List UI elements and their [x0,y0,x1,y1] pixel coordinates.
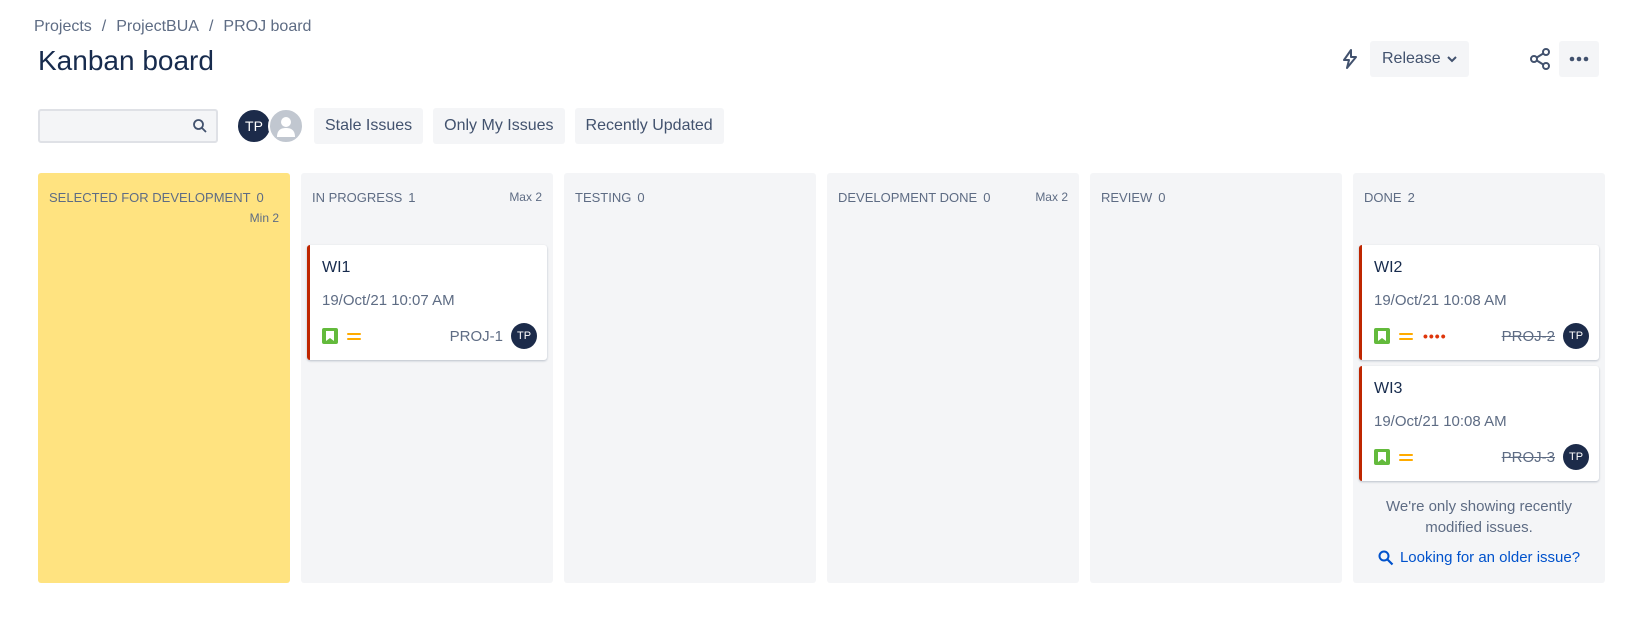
column-count: 0 [983,190,991,205]
priority-medium-icon [1399,450,1413,464]
priority-medium-icon [347,329,361,343]
older-issue-link-label: Looking for an older issue? [1399,549,1581,566]
assignee-filter: TP [236,108,304,144]
release-label: Release [1382,50,1441,67]
issue-card[interactable]: WI3 19/Oct/21 10:08 AM PROJ-3 TP [1359,366,1599,481]
story-icon [322,328,338,344]
card-title: WI2 [1374,259,1403,276]
search-icon [193,119,207,133]
column-count: 0 [256,190,264,205]
share-button[interactable] [1524,43,1556,75]
more-icon [1569,56,1589,62]
kanban-board: SELECTED FOR DEVELOPMENT 0 Min 2 IN PROGR… [38,173,1605,583]
card-avatar[interactable]: TP [1563,444,1589,470]
flag-dots: •••• [1423,328,1447,344]
card-title: WI3 [1374,380,1403,397]
recent-issues-note: We're only showing recently modified iss… [1385,498,1572,536]
card-avatar[interactable]: TP [511,323,537,349]
column-max-limit: Max 2 [509,190,542,204]
issue-key[interactable]: PROJ-3 [1502,449,1555,466]
column-name: REVIEW [1101,190,1153,205]
automation-button[interactable] [1334,43,1366,75]
breadcrumb-projects[interactable]: Projects [34,18,92,36]
column-count: 2 [1407,190,1415,205]
issue-card[interactable]: WI2 19/Oct/21 10:08 AM •••• PROJ-2 TP [1359,245,1599,360]
card-title: WI1 [322,259,351,276]
card-avatar[interactable]: TP [1563,323,1589,349]
column-count: 0 [637,190,645,205]
unassigned-avatar[interactable] [268,108,304,144]
story-icon [1374,449,1390,465]
column-name: DEVELOPMENT DONE [838,190,978,205]
card-date: 19/Oct/21 10:07 AM [322,292,455,309]
column-header: DEVELOPMENT DONE 0 Max 2 [838,190,1068,205]
chevron-down-icon [1446,56,1457,63]
card-date: 19/Oct/21 10:08 AM [1374,292,1507,309]
column-count: 1 [408,190,416,205]
magnifier-icon [1378,550,1394,565]
column-max-limit: Max 2 [1035,190,1068,204]
story-icon [1374,328,1390,344]
older-issue-link[interactable]: Looking for an older issue? [1353,549,1605,566]
column-name: SELECTED FOR DEVELOPMENT [49,190,251,205]
search-box [38,109,218,143]
issue-key[interactable]: PROJ-2 [1502,328,1555,345]
share-icon [1530,48,1550,70]
search-input[interactable] [40,111,180,141]
column-header: REVIEW 0 [1101,190,1331,205]
breadcrumb-project[interactable]: ProjectBUA [116,18,199,36]
priority-medium-icon [1399,329,1413,343]
column-name: IN PROGRESS [312,190,403,205]
column-development-done: DEVELOPMENT DONE 0 Max 2 [827,173,1079,583]
column-name: DONE [1364,190,1402,205]
header-actions: Release [1234,41,1634,77]
column-header: IN PROGRESS 1 Max 2 [312,190,542,205]
card-footer: PROJ-3 TP [1374,444,1589,470]
column-min-limit: Min 2 [249,211,279,225]
bolt-icon [1343,49,1357,69]
page-title: Kanban board [38,45,214,76]
column-testing: TESTING 0 [564,173,816,583]
board-toolbar: TP Stale Issues Only My Issues Recently … [38,108,724,144]
column-name: TESTING [575,190,632,205]
column-selected-for-development: SELECTED FOR DEVELOPMENT 0 Min 2 [38,173,290,583]
breadcrumb: Projects / ProjectBUA / PROJ board [34,18,311,36]
breadcrumb-board[interactable]: PROJ board [223,18,311,36]
issue-card[interactable]: WI1 19/Oct/21 10:07 AM PROJ-1 TP [307,245,547,360]
column-header: SELECTED FOR DEVELOPMENT 0 [49,190,279,205]
card-footer: •••• PROJ-2 TP [1374,323,1589,349]
issue-key[interactable]: PROJ-1 [450,328,503,345]
column-in-progress: IN PROGRESS 1 Max 2 WI1 19/Oct/21 10:07 A… [301,173,553,583]
filter-recently-updated[interactable]: Recently Updated [574,108,724,144]
release-button[interactable]: Release [1370,41,1469,77]
filter-stale-issues[interactable]: Stale Issues [314,108,424,144]
user-icon [277,117,295,137]
column-done: DONE 2 WI2 19/Oct/21 10:08 AM •••• PROJ-2… [1353,173,1605,583]
column-count: 0 [1158,190,1166,205]
card-footer: PROJ-1 TP [322,323,537,349]
card-date: 19/Oct/21 10:08 AM [1374,413,1507,430]
more-actions-button[interactable] [1559,41,1599,77]
breadcrumb-separator: / [208,18,214,35]
avatar[interactable]: TP [236,108,272,144]
column-review: REVIEW 0 [1090,173,1342,583]
column-header: DONE 2 [1364,190,1594,205]
filter-only-my-issues[interactable]: Only My Issues [433,108,565,144]
breadcrumb-separator: / [101,18,107,35]
column-header: TESTING 0 [575,190,805,205]
